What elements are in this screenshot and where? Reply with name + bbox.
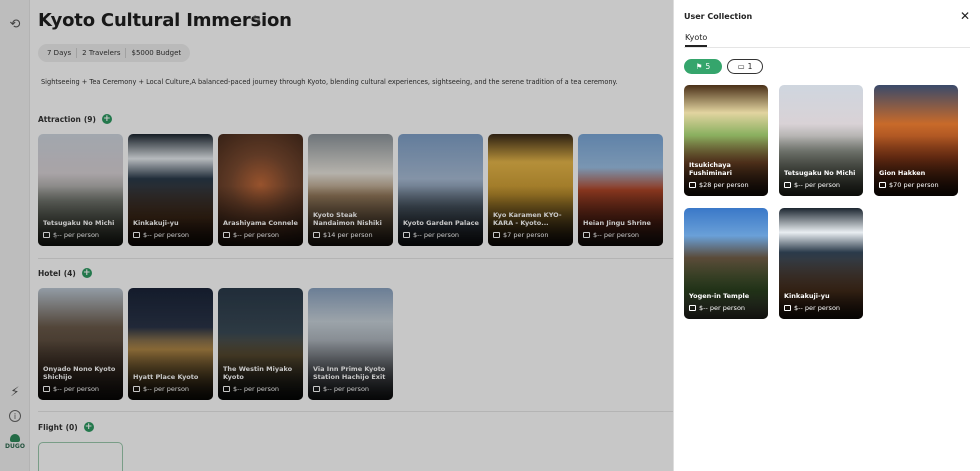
bed-icon: ▭ xyxy=(737,62,745,71)
place-card[interactable]: Yogen-in Temple $-- per person xyxy=(684,208,768,319)
card-price: $-- per person xyxy=(794,181,841,189)
card-name: Tetsugaku No Michi xyxy=(784,169,856,177)
place-card[interactable]: Gion Hakken $70 per person xyxy=(874,85,958,196)
tab-underline xyxy=(684,47,970,48)
price-icon xyxy=(784,182,791,188)
card-price: $70 per person xyxy=(889,181,939,189)
flag-icon: ⚑ xyxy=(695,62,703,71)
card-name: Gion Hakken xyxy=(879,169,926,177)
price-icon xyxy=(689,305,696,311)
filter-count: 5 xyxy=(705,62,711,71)
card-price: $-- per person xyxy=(794,304,841,312)
card-name: Kinkakuji-yu xyxy=(784,292,830,300)
card-price-row: $28 per person xyxy=(689,181,749,189)
card-price-row: $-- per person xyxy=(784,304,840,312)
modal-overlay[interactable] xyxy=(0,0,673,471)
card-price-row: $70 per person xyxy=(879,181,939,189)
card-price-row: $-- per person xyxy=(689,304,745,312)
filter-hotels-button[interactable]: ▭ 1 xyxy=(727,59,763,74)
filter-count: 1 xyxy=(747,62,753,71)
card-price: $28 per person xyxy=(699,181,749,189)
panel-title: User Collection xyxy=(684,12,753,21)
filter-attractions-button[interactable]: ⚑ 5 xyxy=(684,59,722,74)
user-collection-panel: User Collection ✕ Kyoto ⚑ 5 ▭ 1 Itsukich… xyxy=(673,0,980,471)
price-icon xyxy=(879,182,886,188)
price-icon xyxy=(689,182,696,188)
card-name: Itsukichaya Fushiminari xyxy=(689,161,732,177)
place-card[interactable]: Kinkakuji-yu $-- per person xyxy=(779,208,863,319)
place-card[interactable]: Tetsugaku No Michi $-- per person xyxy=(779,85,863,196)
tab-kyoto[interactable]: Kyoto xyxy=(685,33,708,47)
card-price-row: $-- per person xyxy=(784,181,840,189)
price-icon xyxy=(784,305,791,311)
place-card[interactable]: Itsukichaya Fushiminari $28 per person xyxy=(684,85,768,196)
card-name: Yogen-in Temple xyxy=(689,292,750,300)
card-price: $-- per person xyxy=(699,304,746,312)
close-icon[interactable]: ✕ xyxy=(960,9,970,23)
